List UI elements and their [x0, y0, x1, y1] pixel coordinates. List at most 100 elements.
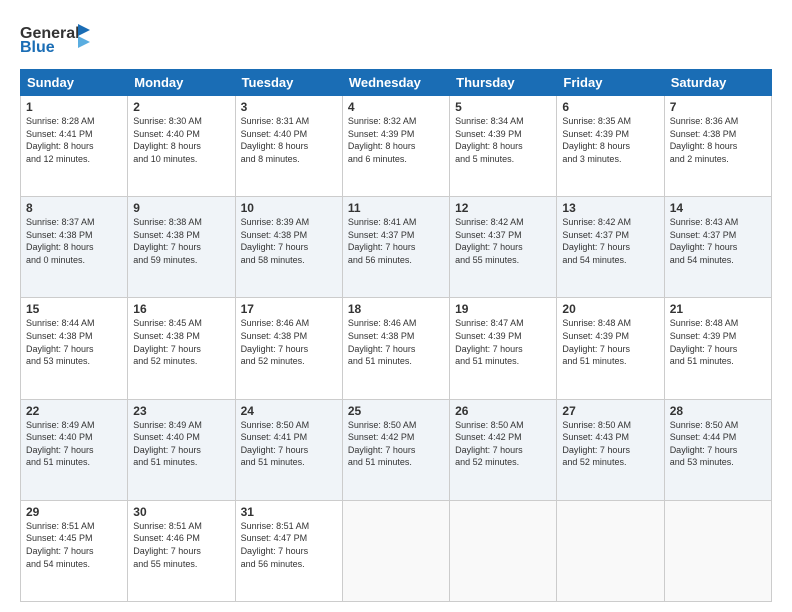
day-number: 29	[26, 505, 122, 519]
day-cell: 13Sunrise: 8:42 AM Sunset: 4:37 PM Dayli…	[557, 197, 664, 298]
day-cell: 25Sunrise: 8:50 AM Sunset: 4:42 PM Dayli…	[342, 399, 449, 500]
day-info: Sunrise: 8:34 AM Sunset: 4:39 PM Dayligh…	[455, 115, 551, 165]
day-number: 26	[455, 404, 551, 418]
day-info: Sunrise: 8:38 AM Sunset: 4:38 PM Dayligh…	[133, 216, 229, 266]
day-cell: 20Sunrise: 8:48 AM Sunset: 4:39 PM Dayli…	[557, 298, 664, 399]
day-info: Sunrise: 8:36 AM Sunset: 4:38 PM Dayligh…	[670, 115, 766, 165]
day-number: 30	[133, 505, 229, 519]
day-number: 24	[241, 404, 337, 418]
day-number: 23	[133, 404, 229, 418]
day-cell: 31Sunrise: 8:51 AM Sunset: 4:47 PM Dayli…	[235, 500, 342, 601]
day-cell: 2Sunrise: 8:30 AM Sunset: 4:40 PM Daylig…	[128, 96, 235, 197]
day-cell: 24Sunrise: 8:50 AM Sunset: 4:41 PM Dayli…	[235, 399, 342, 500]
day-number: 27	[562, 404, 658, 418]
day-cell: 8Sunrise: 8:37 AM Sunset: 4:38 PM Daylig…	[21, 197, 128, 298]
calendar-page: General Blue SundayMondayTuesdayWednesda…	[0, 0, 792, 612]
day-info: Sunrise: 8:42 AM Sunset: 4:37 PM Dayligh…	[562, 216, 658, 266]
day-cell: 3Sunrise: 8:31 AM Sunset: 4:40 PM Daylig…	[235, 96, 342, 197]
day-info: Sunrise: 8:44 AM Sunset: 4:38 PM Dayligh…	[26, 317, 122, 367]
day-number: 11	[348, 201, 444, 215]
day-cell: 26Sunrise: 8:50 AM Sunset: 4:42 PM Dayli…	[450, 399, 557, 500]
svg-text:Blue: Blue	[20, 39, 55, 56]
day-number: 25	[348, 404, 444, 418]
day-info: Sunrise: 8:45 AM Sunset: 4:38 PM Dayligh…	[133, 317, 229, 367]
day-number: 9	[133, 201, 229, 215]
day-info: Sunrise: 8:50 AM Sunset: 4:42 PM Dayligh…	[455, 419, 551, 469]
day-header-sunday: Sunday	[21, 70, 128, 96]
day-cell: 16Sunrise: 8:45 AM Sunset: 4:38 PM Dayli…	[128, 298, 235, 399]
day-info: Sunrise: 8:47 AM Sunset: 4:39 PM Dayligh…	[455, 317, 551, 367]
day-info: Sunrise: 8:51 AM Sunset: 4:45 PM Dayligh…	[26, 520, 122, 570]
day-number: 6	[562, 100, 658, 114]
day-info: Sunrise: 8:39 AM Sunset: 4:38 PM Dayligh…	[241, 216, 337, 266]
calendar-table: SundayMondayTuesdayWednesdayThursdayFrid…	[20, 69, 772, 602]
day-cell	[450, 500, 557, 601]
week-row-5: 29Sunrise: 8:51 AM Sunset: 4:45 PM Dayli…	[21, 500, 772, 601]
logo-general: General Blue	[20, 16, 90, 61]
day-info: Sunrise: 8:32 AM Sunset: 4:39 PM Dayligh…	[348, 115, 444, 165]
day-cell: 19Sunrise: 8:47 AM Sunset: 4:39 PM Dayli…	[450, 298, 557, 399]
day-cell: 12Sunrise: 8:42 AM Sunset: 4:37 PM Dayli…	[450, 197, 557, 298]
day-header-thursday: Thursday	[450, 70, 557, 96]
day-info: Sunrise: 8:30 AM Sunset: 4:40 PM Dayligh…	[133, 115, 229, 165]
day-header-tuesday: Tuesday	[235, 70, 342, 96]
day-info: Sunrise: 8:50 AM Sunset: 4:43 PM Dayligh…	[562, 419, 658, 469]
day-number: 19	[455, 302, 551, 316]
day-number: 13	[562, 201, 658, 215]
day-cell: 7Sunrise: 8:36 AM Sunset: 4:38 PM Daylig…	[664, 96, 771, 197]
day-number: 4	[348, 100, 444, 114]
day-cell: 21Sunrise: 8:48 AM Sunset: 4:39 PM Dayli…	[664, 298, 771, 399]
day-number: 17	[241, 302, 337, 316]
week-row-3: 15Sunrise: 8:44 AM Sunset: 4:38 PM Dayli…	[21, 298, 772, 399]
day-cell: 11Sunrise: 8:41 AM Sunset: 4:37 PM Dayli…	[342, 197, 449, 298]
day-info: Sunrise: 8:50 AM Sunset: 4:41 PM Dayligh…	[241, 419, 337, 469]
day-number: 31	[241, 505, 337, 519]
day-info: Sunrise: 8:49 AM Sunset: 4:40 PM Dayligh…	[133, 419, 229, 469]
day-cell: 9Sunrise: 8:38 AM Sunset: 4:38 PM Daylig…	[128, 197, 235, 298]
day-cell: 15Sunrise: 8:44 AM Sunset: 4:38 PM Dayli…	[21, 298, 128, 399]
day-cell: 17Sunrise: 8:46 AM Sunset: 4:38 PM Dayli…	[235, 298, 342, 399]
day-number: 5	[455, 100, 551, 114]
day-number: 22	[26, 404, 122, 418]
day-number: 2	[133, 100, 229, 114]
day-cell: 6Sunrise: 8:35 AM Sunset: 4:39 PM Daylig…	[557, 96, 664, 197]
day-info: Sunrise: 8:48 AM Sunset: 4:39 PM Dayligh…	[670, 317, 766, 367]
day-cell	[342, 500, 449, 601]
week-row-4: 22Sunrise: 8:49 AM Sunset: 4:40 PM Dayli…	[21, 399, 772, 500]
day-header-friday: Friday	[557, 70, 664, 96]
day-info: Sunrise: 8:37 AM Sunset: 4:38 PM Dayligh…	[26, 216, 122, 266]
day-cell: 18Sunrise: 8:46 AM Sunset: 4:38 PM Dayli…	[342, 298, 449, 399]
day-cell: 5Sunrise: 8:34 AM Sunset: 4:39 PM Daylig…	[450, 96, 557, 197]
day-info: Sunrise: 8:51 AM Sunset: 4:47 PM Dayligh…	[241, 520, 337, 570]
day-cell: 28Sunrise: 8:50 AM Sunset: 4:44 PM Dayli…	[664, 399, 771, 500]
day-number: 20	[562, 302, 658, 316]
days-header-row: SundayMondayTuesdayWednesdayThursdayFrid…	[21, 70, 772, 96]
day-cell: 23Sunrise: 8:49 AM Sunset: 4:40 PM Dayli…	[128, 399, 235, 500]
day-header-monday: Monday	[128, 70, 235, 96]
day-number: 18	[348, 302, 444, 316]
day-number: 21	[670, 302, 766, 316]
day-info: Sunrise: 8:50 AM Sunset: 4:44 PM Dayligh…	[670, 419, 766, 469]
day-number: 15	[26, 302, 122, 316]
logo: General Blue	[20, 16, 90, 61]
day-info: Sunrise: 8:50 AM Sunset: 4:42 PM Dayligh…	[348, 419, 444, 469]
day-info: Sunrise: 8:51 AM Sunset: 4:46 PM Dayligh…	[133, 520, 229, 570]
day-info: Sunrise: 8:31 AM Sunset: 4:40 PM Dayligh…	[241, 115, 337, 165]
day-info: Sunrise: 8:42 AM Sunset: 4:37 PM Dayligh…	[455, 216, 551, 266]
day-number: 12	[455, 201, 551, 215]
day-cell: 29Sunrise: 8:51 AM Sunset: 4:45 PM Dayli…	[21, 500, 128, 601]
day-info: Sunrise: 8:46 AM Sunset: 4:38 PM Dayligh…	[348, 317, 444, 367]
day-info: Sunrise: 8:43 AM Sunset: 4:37 PM Dayligh…	[670, 216, 766, 266]
day-cell: 30Sunrise: 8:51 AM Sunset: 4:46 PM Dayli…	[128, 500, 235, 601]
day-number: 28	[670, 404, 766, 418]
day-header-saturday: Saturday	[664, 70, 771, 96]
day-header-wednesday: Wednesday	[342, 70, 449, 96]
day-info: Sunrise: 8:28 AM Sunset: 4:41 PM Dayligh…	[26, 115, 122, 165]
day-number: 8	[26, 201, 122, 215]
day-number: 1	[26, 100, 122, 114]
day-info: Sunrise: 8:49 AM Sunset: 4:40 PM Dayligh…	[26, 419, 122, 469]
day-number: 10	[241, 201, 337, 215]
day-number: 7	[670, 100, 766, 114]
day-number: 3	[241, 100, 337, 114]
day-info: Sunrise: 8:48 AM Sunset: 4:39 PM Dayligh…	[562, 317, 658, 367]
